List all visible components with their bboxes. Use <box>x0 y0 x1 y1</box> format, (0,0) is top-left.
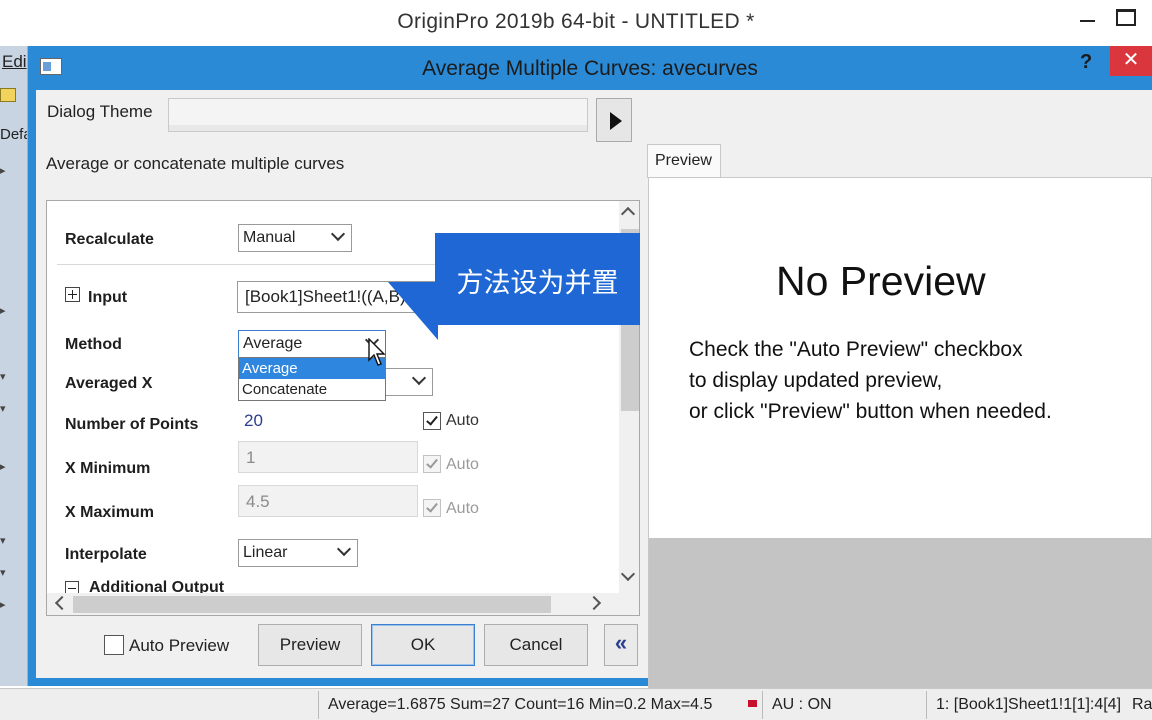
auto-preview-label: Auto Preview <box>129 636 230 655</box>
status-range: 1: [Book1]Sheet1!1[1]:4[4] <box>936 696 1122 713</box>
interpolate-label: Interpolate <box>65 546 147 563</box>
npoints-auto-label: Auto <box>446 412 479 429</box>
app-titlebar: OriginPro 2019b 64-bit - UNTITLED * <box>0 0 1152 46</box>
dialog-body: Dialog Theme Average or concatenate mult… <box>36 90 1152 711</box>
status-stats: Average=1.6875 Sum=27 Count=16 Min=0.2 M… <box>328 696 713 713</box>
open-folder-icon[interactable] <box>0 88 16 102</box>
number-of-points-value[interactable]: 20 <box>244 411 263 431</box>
status-divider <box>762 691 763 719</box>
recalculate-label: Recalculate <box>65 231 154 248</box>
scroll-left-icon[interactable] <box>54 595 70 611</box>
tool-icon[interactable]: ▾ <box>0 402 12 415</box>
input-label: Input <box>88 289 128 306</box>
dialog-title: Average Multiple Curves: avecurves <box>422 57 758 80</box>
no-preview-heading: No Preview <box>776 258 986 304</box>
method-value: Average <box>243 335 303 352</box>
menu-edit[interactable]: Edi <box>2 52 27 72</box>
method-combo[interactable]: Average <box>238 330 386 358</box>
preview-message: Check the "Auto Preview" checkbox to dis… <box>689 334 1052 427</box>
x-maximum-label: X Maximum <box>65 504 154 521</box>
cancel-button[interactable]: Cancel <box>484 624 588 666</box>
dialog-description: Average or concatenate multiple curves <box>46 154 345 173</box>
annotation-callout: 方法设为并置 <box>435 233 640 325</box>
ok-button[interactable]: OK <box>371 624 475 666</box>
status-bar: Average=1.6875 Sum=27 Count=16 Min=0.2 M… <box>0 688 1152 720</box>
tool-icon[interactable]: ▾ <box>0 370 12 383</box>
method-dropdown-list: Average Concatenate <box>238 357 386 401</box>
x-minimum-field[interactable]: 1 <box>238 441 418 473</box>
xmax-auto-label: Auto <box>446 500 479 517</box>
preview-area: No Preview Check the "Auto Preview" chec… <box>648 177 1152 711</box>
chevron-down-icon <box>330 226 346 242</box>
flag-icon <box>748 700 757 707</box>
minimize-icon[interactable] <box>1076 8 1100 32</box>
horizontal-scrollbar[interactable] <box>47 593 639 615</box>
recalculate-combo[interactable]: Manual <box>238 224 352 252</box>
input-expand-icon[interactable] <box>65 287 80 302</box>
collapse-preview-button[interactable]: « <box>604 624 638 666</box>
recalculate-value: Manual <box>243 229 296 246</box>
averaged-x-combo[interactable] <box>383 368 433 396</box>
chevron-down-icon <box>336 541 352 557</box>
callout-pointer <box>388 282 438 340</box>
theme-menu-arrow-icon[interactable] <box>596 98 632 142</box>
preview-graph-area <box>649 538 1152 711</box>
checkmark-icon <box>426 456 438 469</box>
method-option-concatenate[interactable]: Concatenate <box>239 379 385 400</box>
tool-icon[interactable]: ▸ <box>0 598 12 611</box>
interpolate-combo[interactable]: Linear <box>238 539 358 567</box>
app-left-toolbar: Edi Defa ▸ ▸ ▾ ▾ ▸ ▾ ▾ ▸ <box>0 46 28 686</box>
status-divider <box>318 691 319 719</box>
xmin-auto-label: Auto <box>446 456 479 473</box>
status-divider <box>926 691 927 719</box>
preview-message-line: Check the "Auto Preview" checkbox <box>689 338 1023 361</box>
averaged-x-label: Averaged X <box>65 375 153 392</box>
auto-preview-checkbox[interactable] <box>104 635 124 655</box>
close-button[interactable]: ✕ <box>1110 46 1152 76</box>
app-title: OriginPro 2019b 64-bit - UNTITLED * <box>397 10 755 33</box>
pointer-tool-icon[interactable]: ▸ <box>0 164 12 177</box>
interpolate-value: Linear <box>243 544 288 561</box>
tool-icon[interactable]: ▸ <box>0 460 12 473</box>
tool-icon[interactable]: ▾ <box>0 566 12 579</box>
horizontal-scroll-thumb[interactable] <box>73 596 551 613</box>
mouse-cursor-icon <box>368 338 386 366</box>
dialog-theme-label: Dialog Theme <box>47 102 153 121</box>
checkmark-icon <box>426 500 438 513</box>
maximize-icon[interactable] <box>1114 8 1138 28</box>
tool-icon[interactable]: ▸ <box>0 304 12 317</box>
scroll-right-icon[interactable] <box>586 595 602 611</box>
dialog-titlebar: Average Multiple Curves: avecurves ? ✕ <box>28 46 1152 90</box>
preview-message-line: to display updated preview, <box>689 369 943 392</box>
checkmark-icon <box>426 413 438 426</box>
status-tail: Ra <box>1132 696 1152 713</box>
left-default-label: Defa <box>0 126 27 143</box>
method-label: Method <box>65 336 122 353</box>
dialog-theme-combo[interactable] <box>168 98 588 132</box>
scroll-down-icon[interactable] <box>620 566 636 582</box>
tool-icon[interactable]: ▾ <box>0 534 12 547</box>
xmax-auto-checkbox[interactable] <box>423 499 441 517</box>
xmin-auto-checkbox[interactable] <box>423 455 441 473</box>
method-option-average[interactable]: Average <box>239 358 385 379</box>
preview-message-line: or click "Preview" button when needed. <box>689 400 1052 423</box>
help-button[interactable]: ? <box>1080 51 1092 74</box>
preview-button[interactable]: Preview <box>258 624 362 666</box>
tab-preview[interactable]: Preview <box>647 144 721 178</box>
average-curves-dialog: Average Multiple Curves: avecurves ? ✕ D… <box>28 46 1152 711</box>
callout-text: 方法设为并置 <box>456 268 619 299</box>
scroll-up-icon[interactable] <box>620 206 636 222</box>
number-of-points-label: Number of Points <box>65 416 199 433</box>
npoints-auto-checkbox[interactable] <box>423 412 441 430</box>
chevron-down-icon <box>411 370 427 386</box>
status-au[interactable]: AU : ON <box>772 696 832 714</box>
x-minimum-label: X Minimum <box>65 460 151 477</box>
x-maximum-field[interactable]: 4.5 <box>238 485 418 517</box>
